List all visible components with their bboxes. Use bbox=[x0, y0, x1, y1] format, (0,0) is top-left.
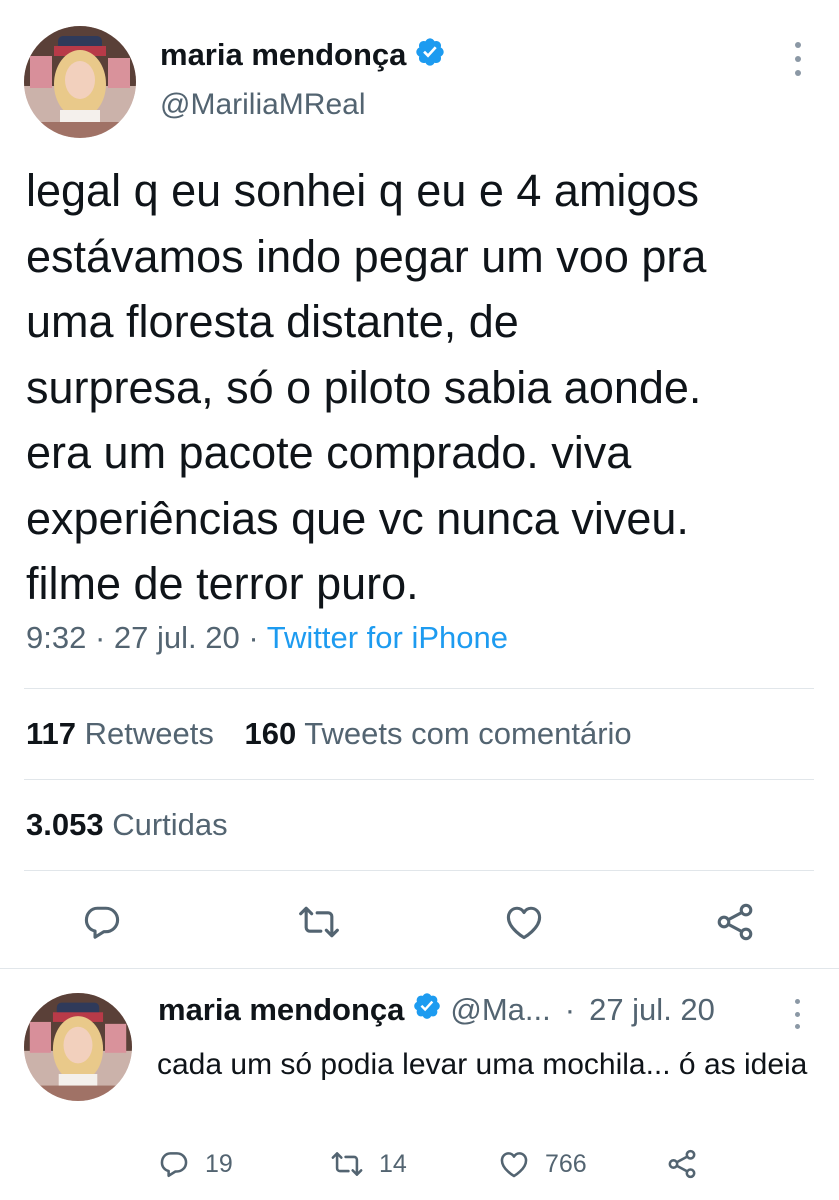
like-button[interactable]: 766 bbox=[497, 1147, 587, 1181]
likes-stats-row: 3.053 Curtidas bbox=[26, 807, 228, 843]
tweet-date[interactable]: 27 jul. 20 bbox=[114, 620, 240, 655]
author-row: maria mendonça bbox=[160, 36, 446, 73]
author-name[interactable]: maria mendonça bbox=[158, 992, 404, 1028]
retweet-button[interactable]: 14 bbox=[329, 1147, 407, 1181]
retweet-stats-row: 117 Retweets 160 Tweets com comentário bbox=[26, 716, 632, 752]
retweets-stat[interactable]: 117 Retweets bbox=[26, 716, 214, 751]
tweet-time[interactable]: 9:32 bbox=[26, 620, 86, 655]
verified-badge-icon bbox=[412, 991, 442, 1029]
reply-count: 19 bbox=[205, 1149, 233, 1178]
likes-stat[interactable]: 3.053 Curtidas bbox=[26, 807, 228, 842]
divider bbox=[24, 870, 814, 871]
reply-icon bbox=[160, 1152, 188, 1178]
meta-separator: · bbox=[248, 620, 259, 655]
verified-badge-icon bbox=[414, 36, 446, 73]
tweet-date[interactable]: 27 jul. 20 bbox=[589, 992, 715, 1028]
reply-header: maria mendonça @Ma... · 27 jul. 20 bbox=[158, 991, 778, 1029]
retweets-count: 117 bbox=[26, 716, 77, 751]
avatar-image bbox=[24, 993, 132, 1101]
like-count: 766 bbox=[545, 1149, 587, 1178]
retweet-count: 14 bbox=[379, 1149, 407, 1178]
share-icon[interactable] bbox=[713, 900, 757, 944]
likes-label: Curtidas bbox=[112, 807, 228, 842]
divider bbox=[24, 688, 814, 689]
quote-tweets-stat[interactable]: 160 Tweets com comentário bbox=[245, 716, 632, 751]
reply-action-bar: 19 14 766 bbox=[157, 1147, 757, 1183]
more-options-icon[interactable] bbox=[788, 42, 808, 76]
tweet-text: legal q eu sonhei q eu e 4 amigos estáva… bbox=[26, 165, 707, 609]
tweet-source-link[interactable]: Twitter for iPhone bbox=[267, 620, 508, 655]
author-handle[interactable]: @Ma... bbox=[450, 992, 550, 1028]
author-handle[interactable]: @MariliaMReal bbox=[160, 88, 366, 122]
avatar[interactable] bbox=[24, 993, 132, 1101]
reply-text: cada um só podia levar uma mochila... ó … bbox=[157, 1048, 808, 1081]
avatar-image bbox=[24, 26, 136, 138]
share-button[interactable] bbox=[665, 1147, 713, 1181]
divider bbox=[24, 779, 814, 780]
meta-separator: · bbox=[564, 992, 576, 1027]
retweet-icon bbox=[331, 1152, 363, 1176]
reply-button[interactable]: 19 bbox=[157, 1147, 233, 1181]
likes-count: 3.053 bbox=[26, 807, 104, 842]
quotes-count: 160 bbox=[244, 716, 297, 751]
quotes-label: Tweets com comentário bbox=[304, 716, 632, 751]
reply-tweet[interactable]: maria mendonça @Ma... · 27 jul. 20 cada … bbox=[0, 969, 839, 1200]
main-tweet: maria mendonça @MariliaMReal legal q eu … bbox=[0, 0, 839, 968]
meta-separator: · bbox=[94, 620, 106, 655]
tweet-action-bar bbox=[0, 880, 839, 960]
share-icon bbox=[668, 1149, 696, 1179]
reply-icon[interactable] bbox=[80, 900, 124, 944]
like-icon[interactable] bbox=[502, 900, 546, 944]
avatar[interactable] bbox=[24, 26, 136, 138]
author-name[interactable]: maria mendonça bbox=[160, 37, 406, 73]
retweet-icon[interactable] bbox=[297, 900, 341, 944]
like-icon bbox=[500, 1152, 528, 1178]
retweets-label: Retweets bbox=[84, 716, 214, 751]
tweet-meta: 9:32 · 27 jul. 20 · Twitter for iPhone bbox=[26, 620, 508, 656]
more-options-icon[interactable] bbox=[788, 999, 806, 1029]
